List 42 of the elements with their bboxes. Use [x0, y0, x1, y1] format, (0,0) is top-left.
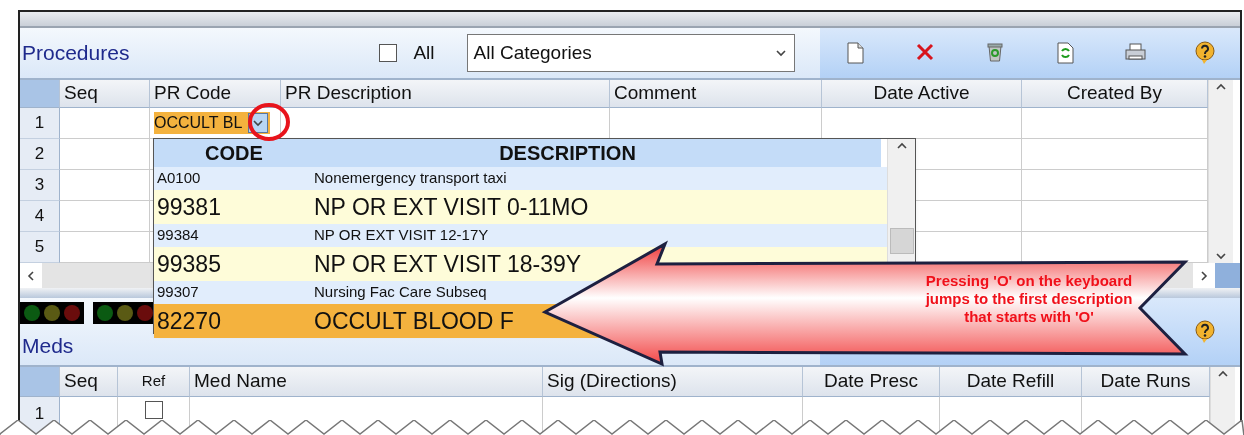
help-icon[interactable]: [1194, 319, 1216, 344]
row-number: 3: [20, 170, 60, 201]
section-title: Meds: [21, 332, 75, 359]
column-header[interactable]: PR Code: [150, 80, 281, 108]
column-header[interactable]: Date Refill: [940, 367, 1082, 397]
column-header[interactable]: Comment: [610, 80, 822, 108]
column-header[interactable]: Seq: [60, 367, 118, 397]
column-header[interactable]: Sig (Directions): [543, 367, 803, 397]
help-icon[interactable]: [1194, 41, 1216, 65]
refresh-document-icon[interactable]: [1054, 41, 1076, 65]
vertical-scrollbar[interactable]: [1208, 80, 1233, 263]
column-header[interactable]: PR Description: [281, 80, 610, 108]
select-value: All Categories: [473, 40, 593, 65]
row-number: 2: [20, 139, 60, 170]
scrollbar-corner: [1215, 263, 1240, 288]
section-title: Procedures: [21, 40, 130, 67]
code-input[interactable]: OCCULT BL: [154, 112, 271, 134]
highlight-circle: [247, 102, 291, 142]
dropdown-item[interactable]: 99381 NP OR EXT VISIT 0-11MO: [154, 189, 887, 224]
column-header[interactable]: Ref: [118, 367, 190, 397]
checkbox-label: All: [413, 40, 435, 65]
dropdown-item[interactable]: A0100 Nonemergency transport taxi: [154, 167, 887, 190]
new-document-icon[interactable]: [844, 41, 866, 65]
callout-text: Pressing 'O' on the keyboard jumps to the first description that starts with 'O': [924, 272, 1134, 326]
column-header[interactable]: Created By: [1022, 80, 1208, 108]
vertical-scrollbar[interactable]: [1210, 367, 1235, 435]
column-header: CODE: [204, 141, 264, 166]
column-header[interactable]: Date Active: [822, 80, 1022, 108]
dropdown-item[interactable]: 99384 NP OR EXT VISIT 12-17Y: [154, 224, 887, 247]
row-number: 1: [20, 108, 60, 139]
checkbox[interactable]: [379, 44, 398, 62]
row-number: 4: [20, 201, 60, 232]
column-header[interactable]: Date Presc: [803, 367, 940, 397]
recycle-bin-icon[interactable]: [984, 41, 1006, 65]
column-header[interactable]: Date Runs: [1082, 367, 1210, 397]
column-header: DESCRIPTION: [498, 141, 637, 166]
column-header[interactable]: Med Name: [190, 367, 543, 397]
checkbox[interactable]: [144, 401, 163, 419]
row-number: 5: [20, 232, 60, 263]
scroll-thumb[interactable]: [889, 228, 914, 254]
column-header[interactable]: Seq: [60, 80, 150, 108]
category-select[interactable]: All Categories: [466, 34, 795, 72]
